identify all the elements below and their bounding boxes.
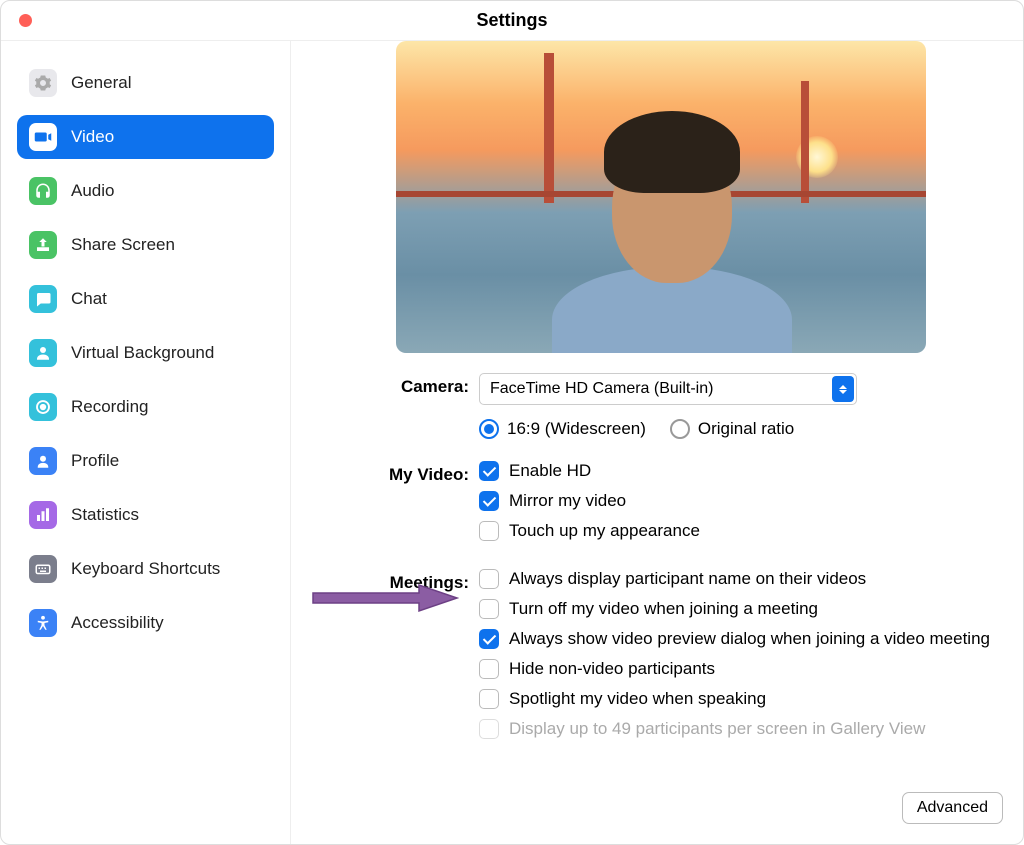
myvideo-label: Touch up my appearance	[509, 521, 700, 541]
sidebar-item-profile[interactable]: Profile	[17, 439, 274, 483]
sidebar-item-video[interactable]: Video	[17, 115, 274, 159]
recording-icon	[29, 393, 57, 421]
advanced-button[interactable]: Advanced	[902, 792, 1003, 824]
camera-select-value: FaceTime HD Camera (Built-in)	[490, 380, 713, 398]
keyboard-icon	[29, 555, 57, 583]
video-settings-form: Camera: FaceTime HD Camera (Built-in) 16…	[319, 373, 1003, 761]
gear-icon	[29, 69, 57, 97]
sidebar-item-statistics[interactable]: Statistics	[17, 493, 274, 537]
sidebar-item-general[interactable]: General	[17, 61, 274, 105]
myvideo-row: Touch up my appearance	[479, 521, 1003, 541]
ratio-original-radio[interactable]	[670, 419, 690, 439]
sidebar-item-label: Video	[71, 127, 114, 147]
share-icon	[29, 231, 57, 259]
meetings-checkbox-1[interactable]	[479, 599, 499, 619]
camera-label: Camera:	[319, 373, 479, 397]
titlebar: Settings	[1, 1, 1023, 41]
meetings-row: Turn off my video when joining a meeting	[479, 599, 1003, 619]
sidebar-item-label: Share Screen	[71, 235, 175, 255]
meetings-checkbox-2[interactable]	[479, 629, 499, 649]
ratio-original-label: Original ratio	[698, 419, 794, 439]
sidebar-item-label: Chat	[71, 289, 107, 309]
sidebar-item-chat[interactable]: Chat	[17, 277, 274, 321]
sidebar-item-label: Statistics	[71, 505, 139, 525]
sidebar-item-label: Profile	[71, 451, 119, 471]
sidebar-item-label: Recording	[71, 397, 149, 417]
sidebar-item-recording[interactable]: Recording	[17, 385, 274, 429]
myvideo-label: Enable HD	[509, 461, 591, 481]
myvideo-checkbox-1[interactable]	[479, 491, 499, 511]
sidebar-item-keyboard-shortcuts[interactable]: Keyboard Shortcuts	[17, 547, 274, 591]
window-title: Settings	[476, 10, 547, 31]
content-pane: Camera: FaceTime HD Camera (Built-in) 16…	[291, 41, 1023, 844]
sidebar: General Video Audio Share Screen Chat Virtual…	[1, 41, 291, 844]
sidebar-item-virtual-background[interactable]: Virtual Background	[17, 331, 274, 375]
ratio-widescreen-radio[interactable]	[479, 419, 499, 439]
sidebar-item-label: Accessibility	[71, 613, 164, 633]
myvideo-checkbox-0[interactable]	[479, 461, 499, 481]
sidebar-item-label: Virtual Background	[71, 343, 214, 363]
sidebar-item-label: General	[71, 73, 131, 93]
settings-window: Settings General Video Audio Share Screen Ch…	[0, 0, 1024, 845]
sidebar-item-label: Keyboard Shortcuts	[71, 559, 220, 579]
meetings-label: Always display participant name on their…	[509, 569, 866, 589]
ratio-widescreen-label: 16:9 (Widescreen)	[507, 419, 646, 439]
meetings-checkbox-0[interactable]	[479, 569, 499, 589]
sidebar-item-audio[interactable]: Audio	[17, 169, 274, 213]
meetings-label: Display up to 49 participants per screen…	[509, 719, 925, 739]
close-icon[interactable]	[19, 14, 32, 27]
meetings-label: Always show video preview dialog when jo…	[509, 629, 990, 649]
meetings-row: Always display participant name on their…	[479, 569, 1003, 589]
window-body: General Video Audio Share Screen Chat Virtual…	[1, 41, 1023, 844]
statistics-icon	[29, 501, 57, 529]
meetings-label: Hide non-video participants	[509, 659, 715, 679]
meetings-checkbox-5	[479, 719, 499, 739]
accessibility-icon	[29, 609, 57, 637]
meetings-row: Hide non-video participants	[479, 659, 1003, 679]
camera-select[interactable]: FaceTime HD Camera (Built-in)	[479, 373, 857, 405]
myvideo-row: Enable HD	[479, 461, 1003, 481]
myvideo-label: Mirror my video	[509, 491, 626, 511]
sidebar-item-label: Audio	[71, 181, 114, 201]
meetings-checkbox-3[interactable]	[479, 659, 499, 679]
myvideo-label: My Video:	[319, 461, 479, 485]
sidebar-item-share-screen[interactable]: Share Screen	[17, 223, 274, 267]
virtual-bg-icon	[29, 339, 57, 367]
chat-icon	[29, 285, 57, 313]
audio-icon	[29, 177, 57, 205]
sidebar-item-accessibility[interactable]: Accessibility	[17, 601, 274, 645]
chevron-updown-icon	[832, 376, 854, 402]
arrow-annotation-icon	[309, 582, 459, 614]
video-icon	[29, 123, 57, 151]
myvideo-checkbox-2[interactable]	[479, 521, 499, 541]
meetings-row: Display up to 49 participants per screen…	[479, 719, 1003, 739]
meetings-label: Turn off my video when joining a meeting	[509, 599, 818, 619]
meetings-label: Spotlight my video when speaking	[509, 689, 766, 709]
myvideo-row: Mirror my video	[479, 491, 1003, 511]
meetings-checkbox-4[interactable]	[479, 689, 499, 709]
meetings-row: Spotlight my video when speaking	[479, 689, 1003, 709]
video-preview	[396, 41, 926, 353]
profile-icon	[29, 447, 57, 475]
meetings-row: Always show video preview dialog when jo…	[479, 629, 1003, 649]
